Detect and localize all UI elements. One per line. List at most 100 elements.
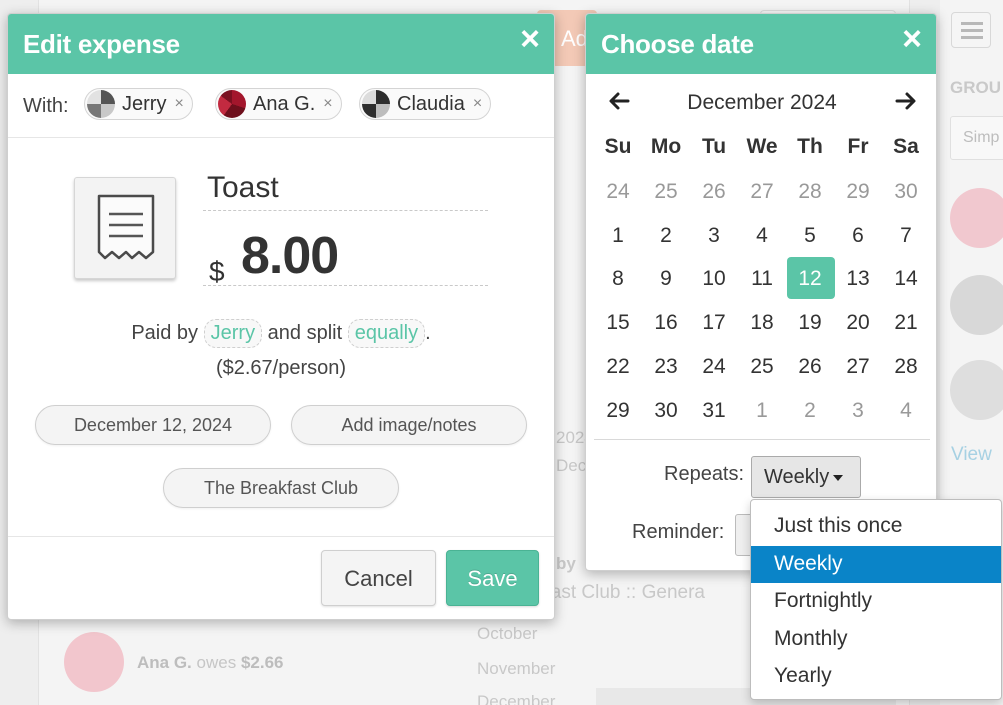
reminder-label: Reminder: [632, 521, 725, 543]
calendar-day[interactable]: 2 [786, 388, 834, 432]
calendar-day[interactable]: 11 [738, 256, 786, 300]
background-owe-line: Ana G. owes $2.66 [137, 653, 284, 673]
participant-chip-jerry[interactable]: Jerry × [84, 88, 193, 120]
remove-participant-icon[interactable]: × [174, 95, 183, 113]
calendar-day[interactable]: 7 [882, 213, 930, 257]
repeats-value: Weekly [764, 466, 830, 488]
weekday-header: We [746, 135, 778, 158]
calendar-day[interactable]: 28 [882, 344, 930, 388]
repeats-label: Repeats: [664, 463, 745, 485]
background-owe-name: Ana G. [137, 653, 192, 672]
repeat-option[interactable]: Yearly [751, 658, 1001, 696]
calendar-month-label: December 2024 [687, 91, 837, 114]
remove-participant-icon[interactable]: × [323, 95, 332, 113]
calendar-day[interactable]: 21 [882, 300, 930, 344]
close-icon[interactable]: × [520, 22, 540, 56]
calendar-week: 24 25 26 27 28 29 30 [594, 169, 930, 213]
background-owe-avatar [64, 632, 124, 692]
weekday-header-row: Su Mo Tu We Th Fr Sa [594, 125, 930, 169]
calendar-day[interactable]: 22 [594, 344, 642, 388]
calendar-day[interactable]: 9 [642, 256, 690, 300]
calendar-day[interactable]: 28 [786, 169, 834, 213]
footer-divider [8, 536, 554, 537]
remove-participant-icon[interactable]: × [473, 95, 482, 113]
calendar-day[interactable]: 1 [594, 213, 642, 257]
calendar-day[interactable]: 10 [690, 256, 738, 300]
split-period: . [425, 322, 431, 344]
calendar-day[interactable]: 17 [690, 300, 738, 344]
repeat-option[interactable]: Monthly [751, 621, 1001, 659]
background-month-row: December [477, 692, 556, 705]
repeat-option-selected[interactable]: Weekly [751, 545, 1001, 583]
calendar-day[interactable]: 5 [786, 213, 834, 257]
calendar-day[interactable]: 24 [690, 344, 738, 388]
calendar-day[interactable]: 27 [834, 344, 882, 388]
calendar-day[interactable]: 13 [834, 256, 882, 300]
calendar-week: 29 30 31 1 2 3 4 [594, 388, 930, 432]
description-input[interactable]: Toast [203, 171, 488, 211]
repeat-option[interactable]: Just this once [751, 508, 1001, 546]
date-button[interactable]: December 12, 2024 [35, 405, 271, 445]
avatar [362, 90, 390, 118]
calendar-day[interactable]: 3 [834, 388, 882, 432]
calendar-day[interactable]: 25 [738, 344, 786, 388]
close-icon[interactable]: × [902, 22, 922, 56]
calendar-day[interactable]: 29 [834, 169, 882, 213]
calendar-day[interactable]: 18 [738, 300, 786, 344]
background-group-heading: GROU [950, 78, 1001, 97]
calendar-day[interactable]: 6 [834, 213, 882, 257]
calendar-day[interactable]: 8 [594, 256, 642, 300]
background-owe-verb: owes [196, 653, 237, 672]
calendar-grid: Su Mo Tu We Th Fr Sa 24 25 26 27 28 29 3… [594, 125, 930, 432]
calendar-day[interactable]: 16 [642, 300, 690, 344]
calendar-day[interactable]: 24 [594, 169, 642, 213]
participant-name: Jerry [122, 92, 167, 115]
repeats-dropdown-list: Just this once Weekly Fortnightly Monthl… [750, 499, 1002, 700]
calendar-day[interactable]: 30 [882, 169, 930, 213]
cancel-button[interactable]: Cancel [321, 550, 436, 606]
calendar-day[interactable]: 19 [786, 300, 834, 344]
weekday-header: Th [797, 135, 823, 158]
calendar-day[interactable]: 29 [594, 388, 642, 432]
weekday-header: Sa [893, 135, 919, 158]
participant-name: Claudia [397, 92, 465, 115]
choose-date-dialog: Choose date × December 2024 Su Mo Tu We … [585, 13, 937, 571]
group-button[interactable]: The Breakfast Club [163, 468, 399, 508]
participant-chip-ana[interactable]: Ana G. × [215, 88, 342, 120]
participant-chip-claudia[interactable]: Claudia × [359, 88, 492, 120]
calendar-week: 1 2 3 4 5 6 7 [594, 213, 930, 257]
calendar-day-selected[interactable]: 12 [786, 256, 835, 300]
calendar-day[interactable]: 25 [642, 169, 690, 213]
choose-date-header: Choose date × [586, 14, 936, 74]
background-month-row: October [477, 624, 538, 643]
calendar-day[interactable]: 4 [738, 213, 786, 257]
with-label: With: [23, 95, 69, 117]
calendar-day[interactable]: 15 [594, 300, 642, 344]
add-image-notes-button[interactable]: Add image/notes [291, 405, 527, 445]
calendar-day[interactable]: 27 [738, 169, 786, 213]
calendar-day[interactable]: 23 [642, 344, 690, 388]
paid-by-label: Paid by [131, 322, 199, 344]
amount-input[interactable]: $ 8.00 [203, 226, 488, 287]
calendar-day[interactable]: 14 [882, 256, 930, 300]
calendar-day[interactable]: 3 [690, 213, 738, 257]
calendar-day[interactable]: 1 [738, 388, 786, 432]
save-button[interactable]: Save [446, 550, 539, 606]
background-simp-button: Simp [950, 116, 1003, 160]
receipt-icon[interactable] [74, 177, 176, 279]
repeats-select[interactable]: Weekly [751, 456, 861, 498]
calendar-day[interactable]: 26 [690, 169, 738, 213]
calendar-day[interactable]: 4 [882, 388, 930, 432]
calendar-day[interactable]: 30 [642, 388, 690, 432]
calendar-day[interactable]: 31 [690, 388, 738, 432]
arrow-right-icon[interactable] [895, 90, 917, 119]
receipt-glyph [97, 194, 155, 260]
calendar-day[interactable]: 2 [642, 213, 690, 257]
repeat-option[interactable]: Fortnightly [751, 583, 1001, 621]
caret-down-icon [833, 474, 844, 481]
payer-button[interactable]: Jerry [203, 319, 263, 348]
amount-value: 8.00 [241, 227, 339, 285]
calendar-day[interactable]: 20 [834, 300, 882, 344]
calendar-day[interactable]: 26 [786, 344, 834, 388]
split-mode-button[interactable]: equally [347, 319, 426, 348]
